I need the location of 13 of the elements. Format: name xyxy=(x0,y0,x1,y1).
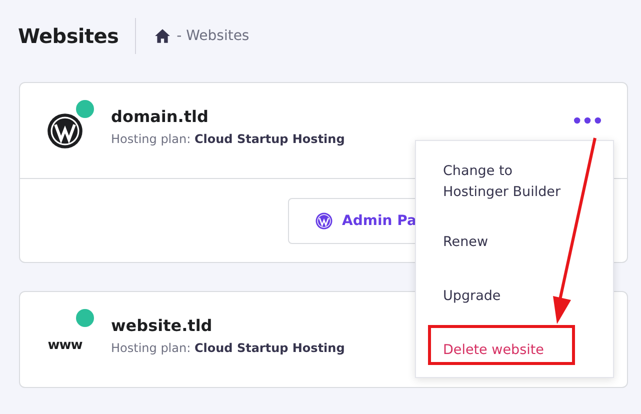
wordpress-logo-icon xyxy=(46,112,84,150)
more-options-icon[interactable] xyxy=(574,117,601,124)
breadcrumb[interactable]: - Websites xyxy=(176,28,250,44)
page-title: Websites xyxy=(18,24,119,48)
domain-name[interactable]: domain.tld xyxy=(111,107,345,126)
hosting-plan: Hosting plan: Cloud Startup Hosting xyxy=(111,132,345,146)
hosting-plan: Hosting plan: Cloud Startup Hosting xyxy=(111,341,345,355)
wordpress-icon xyxy=(315,212,333,230)
menu-item[interactable]: Upgrade xyxy=(416,269,613,324)
domain-name[interactable]: website.tld xyxy=(111,316,345,335)
home-icon[interactable] xyxy=(154,28,171,44)
menu-item[interactable]: Delete website xyxy=(416,323,613,377)
www-logo: www xyxy=(48,338,82,353)
